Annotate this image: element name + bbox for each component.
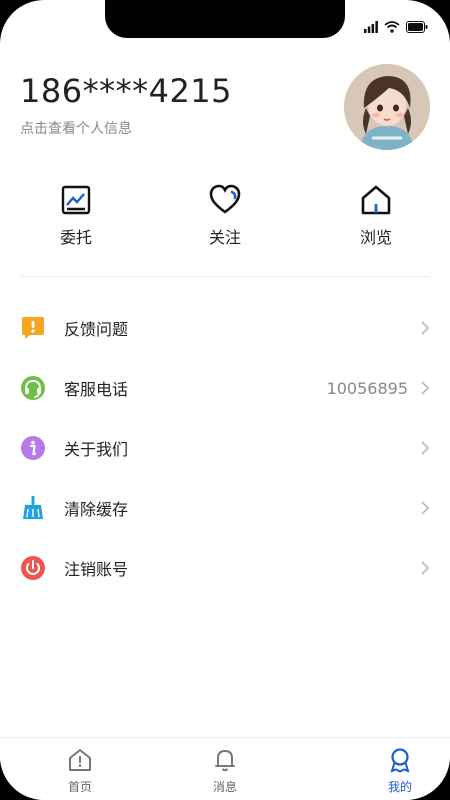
menu-item-label: 关于我们 <box>64 440 129 459</box>
quick-action-follow[interactable]: 关注 <box>185 184 265 248</box>
user-phone: 186****4215 <box>20 72 233 110</box>
chevron-right-icon <box>420 500 430 520</box>
quick-action-entrust[interactable]: 委托 <box>36 184 116 248</box>
menu-item-customer-service[interactable]: 客服电话 10056895 <box>0 358 450 418</box>
signal-icon <box>364 18 378 37</box>
tab-label: 我的 <box>387 780 412 794</box>
battery-icon <box>406 18 428 37</box>
avatar[interactable] <box>344 64 430 150</box>
quick-action-label: 委托 <box>59 228 92 247</box>
notch <box>105 0 345 38</box>
menu-item-clear-cache[interactable]: 清除缓存 <box>0 478 450 538</box>
quick-action-browse[interactable]: 浏览 <box>336 184 416 248</box>
tab-profile[interactable]: 我的 <box>360 746 440 795</box>
quick-action-label: 浏览 <box>359 228 392 247</box>
quick-actions: 委托 关注 浏览 <box>0 184 450 254</box>
tab-home[interactable]: 首页 <box>40 746 120 795</box>
customer-service-number: 10056895 <box>326 378 408 398</box>
heart-icon <box>185 184 265 216</box>
tab-messages[interactable]: 消息 <box>185 746 265 795</box>
menu-item-feedback[interactable]: 反馈问题 <box>0 298 450 358</box>
menu-item-about-us[interactable]: 关于我们 <box>0 418 450 478</box>
chevron-right-icon <box>420 560 430 580</box>
quick-action-label: 关注 <box>208 228 241 247</box>
chevron-right-icon <box>420 320 430 340</box>
tab-label: 首页 <box>67 780 92 794</box>
tab-label: 消息 <box>212 780 237 794</box>
wifi-icon <box>384 18 400 37</box>
profile-tab-icon <box>360 746 440 774</box>
broom-icon <box>20 495 46 521</box>
info-icon <box>20 435 46 461</box>
profile-header[interactable]: 186****4215 点击查看个人信息 <box>20 72 232 138</box>
power-icon <box>20 555 46 581</box>
status-bar <box>364 18 428 37</box>
menu-item-delete-account[interactable]: 注销账号 <box>0 538 450 598</box>
menu-item-label: 客服电话 <box>64 380 129 399</box>
home-tab-icon <box>40 746 120 774</box>
feedback-icon <box>20 315 46 341</box>
menu-item-label: 反馈问题 <box>64 320 129 339</box>
home-icon <box>336 184 416 216</box>
headset-icon <box>20 375 46 401</box>
view-profile-hint: 点击查看个人信息 <box>20 121 132 137</box>
menu-item-label: 清除缓存 <box>64 500 129 519</box>
bell-icon <box>185 746 265 774</box>
section-divider <box>20 276 430 277</box>
menu-item-label: 注销账号 <box>64 560 129 579</box>
chart-icon <box>36 184 116 216</box>
phone-screen: 186****4215 点击查看个人信息 委托 关注 浏览 反馈问题 客服电话 … <box>0 0 450 800</box>
bottom-tab-bar: 首页 消息 我的 <box>0 737 450 800</box>
chevron-right-icon <box>420 440 430 460</box>
settings-menu: 反馈问题 客服电话 10056895 关于我们 清除缓存 注销账号 <box>0 298 450 598</box>
chevron-right-icon <box>420 380 430 400</box>
